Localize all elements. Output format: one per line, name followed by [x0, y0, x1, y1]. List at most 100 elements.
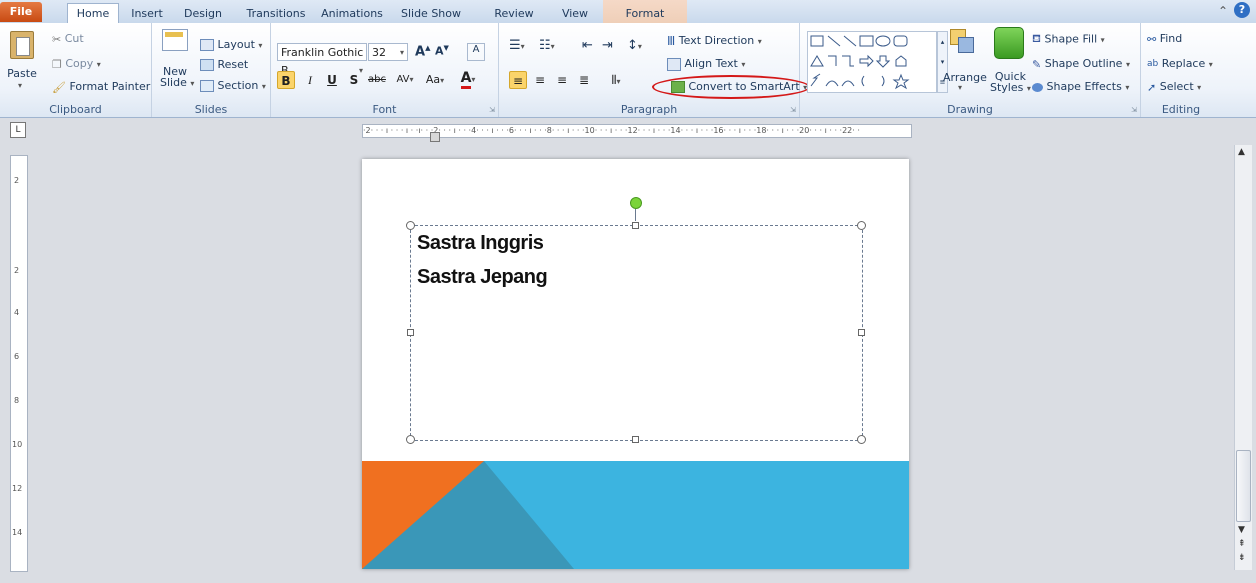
- character-spacing-button[interactable]: AV▾: [391, 71, 419, 89]
- cursor-icon: ➚: [1147, 80, 1157, 94]
- shape-effects-button[interactable]: Shape Effects ▾: [1032, 80, 1129, 93]
- highlight-ellipse: [652, 75, 810, 99]
- font-dialog-launcher-icon[interactable]: ⇲: [489, 106, 495, 114]
- text-direction-icon: Ⅲ: [667, 34, 676, 48]
- slides-group: New Slide ▾ Layout ▾ Reset Section ▾ Slid…: [152, 23, 271, 117]
- strikethrough-button[interactable]: abc: [365, 71, 389, 89]
- shadow-button[interactable]: S: [345, 71, 363, 89]
- brush-icon: 🖌: [52, 80, 66, 94]
- vruler-mark: 2: [14, 176, 20, 185]
- scroll-down-icon[interactable]: ▼: [1238, 525, 1245, 535]
- italic-button[interactable]: I: [301, 71, 319, 89]
- resize-handle-br[interactable]: [857, 435, 866, 444]
- horizontal-ruler[interactable]: ·2· · · ı · · · ı · ·ı· · ·2· · · ı · · …: [362, 124, 912, 138]
- help-icon[interactable]: ?: [1234, 2, 1250, 18]
- new-slide-icon[interactable]: [162, 29, 188, 51]
- resize-handle-bl[interactable]: [406, 435, 415, 444]
- shape-fill-button[interactable]: ⛾ Shape Fill ▾: [1032, 32, 1105, 47]
- columns-icon[interactable]: ⫴▾: [603, 71, 629, 89]
- resize-handle-l[interactable]: [407, 329, 414, 336]
- arrange-icon[interactable]: [950, 29, 974, 53]
- reset-button[interactable]: Reset: [200, 58, 248, 71]
- indent-marker-icon[interactable]: [430, 132, 440, 142]
- font-size-combo[interactable]: 32 ▾: [368, 43, 408, 61]
- tab-transitions[interactable]: Transitions: [240, 4, 312, 23]
- scroll-thumb[interactable]: [1236, 450, 1251, 522]
- new-slide-button[interactable]: New Slide ▾: [160, 66, 194, 89]
- drawing-dialog-launcher-icon[interactable]: ⇲: [1131, 106, 1137, 114]
- copy-button[interactable]: ❐ Copy ▾: [52, 57, 101, 71]
- slide-canvas[interactable]: Sastra Inggris Sastra Jepang: [362, 159, 909, 569]
- align-center-icon[interactable]: ≡: [531, 71, 549, 89]
- arrange-button[interactable]: Arrange: [943, 71, 987, 84]
- numbering-icon[interactable]: ☷▾: [539, 38, 555, 53]
- underline-button[interactable]: U: [323, 71, 341, 89]
- format-painter-button[interactable]: 🖌 Format Painter: [52, 80, 150, 94]
- vruler-mark: 6: [14, 352, 20, 361]
- editing-group-label: Editing: [1161, 103, 1201, 116]
- next-slide-icon[interactable]: ⇟: [1238, 553, 1246, 563]
- vruler-mark: 10: [12, 440, 23, 449]
- decrease-indent-icon[interactable]: ⇤: [582, 38, 593, 53]
- resize-handle-r[interactable]: [858, 329, 865, 336]
- text-placeholder[interactable]: [410, 225, 863, 441]
- vertical-scrollbar[interactable]: ▲ ▼ ⇞ ⇟: [1234, 145, 1252, 570]
- clear-formatting-icon[interactable]: A: [467, 43, 485, 61]
- tab-selector-icon[interactable]: L: [10, 122, 26, 138]
- vruler-mark: 2: [14, 266, 20, 275]
- vertical-ruler[interactable]: 2 2 4 6 8 10 12 14: [10, 155, 28, 572]
- tab-view[interactable]: View: [556, 4, 594, 23]
- quick-styles-icon[interactable]: [994, 27, 1024, 59]
- line-spacing-icon[interactable]: ↕▾: [627, 38, 642, 53]
- shapes-gallery[interactable]: [807, 31, 937, 93]
- arrange-dropdown-icon[interactable]: ▾: [958, 83, 962, 92]
- layout-button[interactable]: Layout ▾: [200, 38, 262, 51]
- text-direction-button[interactable]: Ⅲ Text Direction ▾: [667, 34, 762, 48]
- bold-button[interactable]: B: [277, 71, 295, 89]
- font-name-combo[interactable]: Franklin Gothic B▾: [277, 43, 367, 77]
- pencil-icon: ✎: [1032, 57, 1042, 71]
- bullets-icon[interactable]: ☰▾: [509, 38, 525, 53]
- tab-slide-show[interactable]: Slide Show: [395, 4, 467, 23]
- tab-format[interactable]: Format: [618, 4, 672, 23]
- clipboard-group-label: Clipboard: [49, 103, 102, 116]
- grow-font-icon[interactable]: A▲: [415, 44, 430, 59]
- minimize-ribbon-icon[interactable]: ⌃: [1218, 4, 1228, 18]
- paste-button[interactable]: Paste: [7, 67, 37, 80]
- select-button[interactable]: ➚ Select ▾: [1147, 80, 1201, 94]
- previous-slide-icon[interactable]: ⇞: [1238, 539, 1246, 549]
- section-button[interactable]: Section ▾: [200, 79, 266, 92]
- tab-file[interactable]: File: [0, 2, 42, 22]
- tab-home[interactable]: Home: [67, 3, 119, 25]
- change-case-button[interactable]: Aa▾: [421, 71, 449, 89]
- align-left-icon[interactable]: ≡: [509, 71, 527, 89]
- justify-icon[interactable]: ≣: [575, 71, 593, 89]
- find-button[interactable]: ⚯ Find: [1147, 32, 1182, 46]
- increase-indent-icon[interactable]: ⇥: [602, 38, 613, 53]
- rotate-handle-icon[interactable]: [630, 197, 642, 209]
- tab-design[interactable]: Design: [178, 4, 228, 23]
- align-text-button[interactable]: Align Text ▾: [667, 57, 745, 71]
- paragraph-dialog-launcher-icon[interactable]: ⇲: [790, 106, 796, 114]
- tab-insert[interactable]: Insert: [125, 4, 169, 23]
- quick-styles-button[interactable]: Quick Styles ▾: [990, 71, 1031, 94]
- shape-outline-button[interactable]: ✎ Shape Outline ▾: [1032, 57, 1130, 71]
- slide-text-line-2[interactable]: Sastra Jepang: [417, 266, 548, 289]
- paste-dropdown-icon[interactable]: ▾: [18, 81, 22, 90]
- tab-review[interactable]: Review: [490, 4, 538, 23]
- align-right-icon[interactable]: ≡: [553, 71, 571, 89]
- shapes-gallery-icons: [810, 35, 910, 90]
- scroll-up-icon[interactable]: ▲: [1238, 147, 1245, 157]
- resize-handle-b[interactable]: [632, 436, 639, 443]
- shape-effects-icon: [1032, 82, 1043, 92]
- replace-button[interactable]: ab Replace ▾: [1147, 57, 1213, 70]
- resize-handle-tl[interactable]: [406, 221, 415, 230]
- tab-animations[interactable]: Animations: [317, 4, 387, 23]
- resize-handle-tr[interactable]: [857, 221, 866, 230]
- paste-icon[interactable]: [10, 31, 34, 59]
- shrink-font-icon[interactable]: A▼: [435, 44, 449, 58]
- slide-text-line-1[interactable]: Sastra Inggris: [417, 232, 544, 255]
- cut-button[interactable]: ✂ Cut: [52, 32, 84, 46]
- resize-handle-t[interactable]: [632, 222, 639, 229]
- font-color-button[interactable]: A▾: [455, 69, 481, 89]
